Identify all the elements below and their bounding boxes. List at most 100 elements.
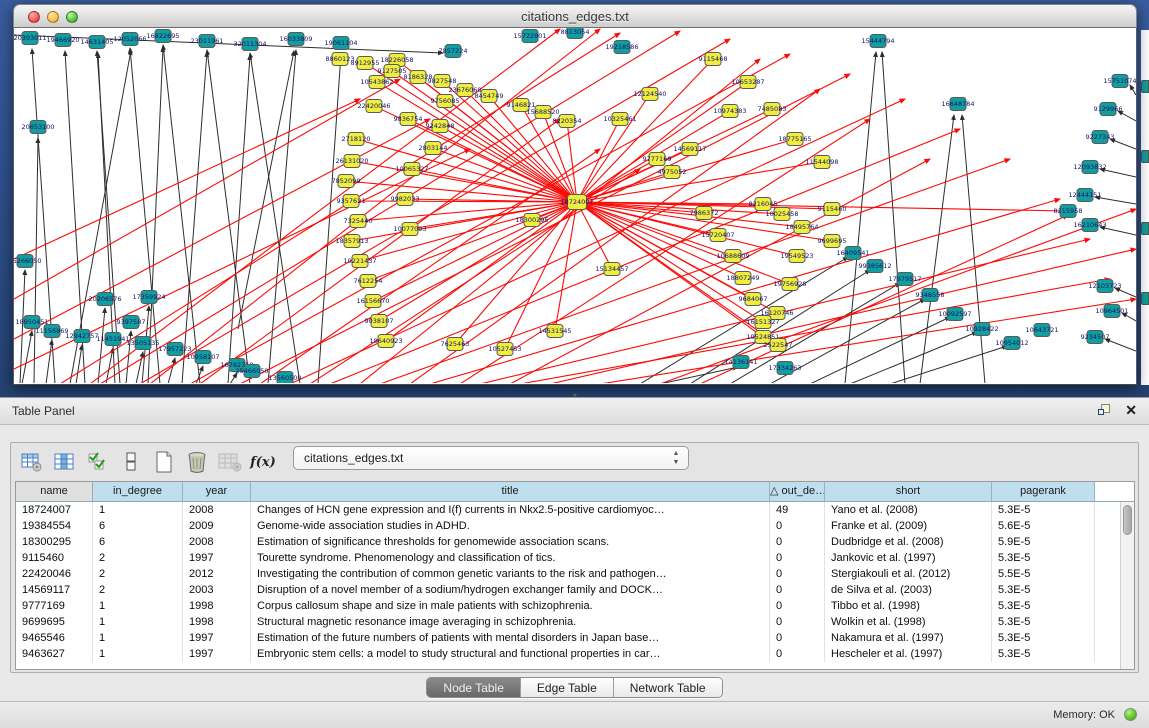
network-node[interactable]: 10092597 (938, 308, 971, 321)
network-node[interactable]: 17979517 (888, 273, 921, 286)
table-row[interactable]: 946362711997Embryonic stem cells: a mode… (16, 646, 1120, 662)
network-node[interactable]: 2718120 (342, 133, 371, 146)
network-node[interactable]: 20653100 (21, 121, 54, 134)
network-node[interactable]: 8813054 (561, 28, 590, 39)
table-row[interactable]: 911546021997Tourette syndrome. Phenomeno… (16, 550, 1120, 566)
network-node[interactable]: 10077093 (393, 223, 426, 236)
network-node[interactable]: 9777169 (643, 153, 672, 166)
network-node[interactable]: 18640923 (369, 335, 402, 348)
network-node[interactable]: 15444794 (861, 35, 894, 48)
network-node[interactable]: 9348558 (916, 289, 945, 302)
tab-node-table[interactable]: Node Table (427, 678, 521, 697)
network-node[interactable]: 14531545 (538, 325, 571, 338)
network-node[interactable]: 7625463 (441, 338, 470, 351)
network-node[interactable]: 4975052 (658, 166, 687, 179)
rows-icon[interactable] (116, 448, 146, 476)
network-node[interactable]: 8220354 (553, 115, 582, 128)
table-row[interactable]: 946554611997Estimation of the future num… (16, 630, 1120, 646)
network-node[interactable]: 9227343 (1086, 131, 1115, 144)
network-node[interactable]: 17359924 (132, 291, 165, 304)
network-node[interactable]: 16033809 (279, 33, 312, 46)
table-scrollbar[interactable] (1120, 502, 1134, 669)
network-node[interactable]: 22420046 (357, 100, 390, 113)
network-node[interactable]: 25466050 (235, 365, 268, 378)
select-all-checks-icon[interactable] (83, 448, 113, 476)
network-node[interactable]: 9234507 (1081, 331, 1110, 344)
network-node[interactable]: 9699695 (818, 235, 847, 248)
close-panel-icon[interactable]: ✕ (1125, 402, 1137, 418)
trash-icon[interactable] (182, 448, 212, 476)
network-node[interactable]: 12124540 (633, 88, 666, 101)
network-node[interactable]: 9684067 (739, 293, 768, 306)
network-node[interactable]: 12093832 (1073, 161, 1106, 174)
network-node[interactable]: 10221437 (343, 255, 376, 268)
network-node[interactable]: 15722801 (513, 30, 546, 43)
network-node[interactable]: 25266050 (14, 255, 42, 268)
float-panel-icon[interactable] (1098, 404, 1111, 417)
network-node[interactable]: 12942757 (65, 330, 98, 343)
table-row[interactable]: 2242004622012Investigating the contribut… (16, 566, 1120, 582)
network-node[interactable]: 99385612 (858, 260, 891, 273)
window-titlebar[interactable]: citations_edges.txt (13, 4, 1137, 28)
network-node[interactable]: 10527453 (488, 343, 521, 356)
network-node[interactable]: 10643721 (1025, 324, 1058, 337)
network-node[interactable]: 16409541 (836, 247, 869, 260)
function-builder-icon[interactable]: f(x) (248, 448, 278, 476)
network-node[interactable]: 8216045 (749, 198, 778, 211)
table-row[interactable]: 1830029562008Estimation of significance … (16, 534, 1120, 550)
network-node[interactable]: 16648784 (941, 98, 974, 111)
network-node[interactable]: 19756928 (773, 278, 806, 291)
network-node[interactable]: 16156670 (356, 295, 389, 308)
network-node[interactable]: 10958107 (186, 351, 219, 364)
network-node[interactable]: 16210643 (1073, 219, 1106, 232)
network-node[interactable]: 9982033 (391, 193, 420, 206)
column-header-pagerank[interactable]: pagerank (992, 482, 1095, 501)
table-mode-icon[interactable] (17, 448, 47, 476)
network-node[interactable]: 8454749 (475, 90, 504, 103)
network-node[interactable]: 10688609 (716, 250, 749, 263)
network-node[interactable]: 14631405 (80, 36, 113, 49)
column-header-title[interactable]: title (251, 482, 770, 501)
new-document-icon[interactable] (149, 448, 179, 476)
network-node[interactable]: 10653287 (731, 76, 764, 89)
network-node[interactable]: 19466920 (46, 34, 79, 47)
network-node[interactable]: 9129966 (1094, 103, 1123, 116)
network-node[interactable]: 10325461 (603, 113, 636, 126)
network-node[interactable]: 12103723 (1088, 280, 1121, 293)
network-node[interactable]: 18300295 (515, 214, 548, 227)
network-node[interactable]: 9397587 (117, 316, 146, 329)
network-node[interactable]: 18807249 (726, 272, 759, 285)
network-node[interactable]: 7852099 (332, 175, 361, 188)
network-node[interactable]: 15134457 (595, 263, 628, 276)
network-node[interactable]: 10974383 (713, 105, 746, 118)
network-node[interactable]: 10543862 (360, 76, 393, 89)
network-node[interactable]: 19218586 (605, 41, 638, 54)
column-header-name[interactable]: name (16, 482, 93, 501)
network-node[interactable]: 18495764 (785, 221, 818, 234)
table-row[interactable]: 1456911722003Disruption of a novel membe… (16, 582, 1120, 598)
table-row[interactable]: 969969511998Structural magnetic resonanc… (16, 614, 1120, 630)
network-node[interactable]: 32011304 (233, 38, 266, 51)
network-node[interactable]: 18775165 (778, 133, 811, 146)
network-node[interactable]: 19061104 (324, 37, 357, 50)
delete-table-icon[interactable] (215, 448, 245, 476)
network-node[interactable]: 9115468 (699, 53, 728, 66)
network-node[interactable]: 18357913 (335, 235, 368, 248)
network-node[interactable]: 17334263 (768, 362, 801, 375)
network-node[interactable]: 7612254 (354, 275, 383, 288)
network-node[interactable]: 14136141 (724, 356, 757, 369)
table-row[interactable]: 1938455462009Genome-wide association stu… (16, 518, 1120, 534)
network-node[interactable]: 23011961 (190, 35, 223, 48)
network-node[interactable]: 11156869 (35, 325, 68, 338)
network-node[interactable]: 12444151 (1068, 189, 1101, 202)
network-node[interactable]: 26131020 (335, 155, 368, 168)
network-node[interactable]: 13560500 (268, 372, 301, 384)
network-node[interactable]: 8912955 (351, 57, 380, 70)
network-node[interactable]: 10954012 (995, 337, 1028, 350)
network-node[interactable]: 7325440 (344, 215, 373, 228)
column-header-year[interactable]: year (183, 482, 251, 501)
network-node[interactable]: 9357621 (337, 195, 366, 208)
network-node[interactable]: 10928422 (965, 323, 998, 336)
network-node[interactable]: 9115460 (818, 203, 847, 216)
table-row[interactable]: 977716911998Corpus callosum shape and si… (16, 598, 1120, 614)
